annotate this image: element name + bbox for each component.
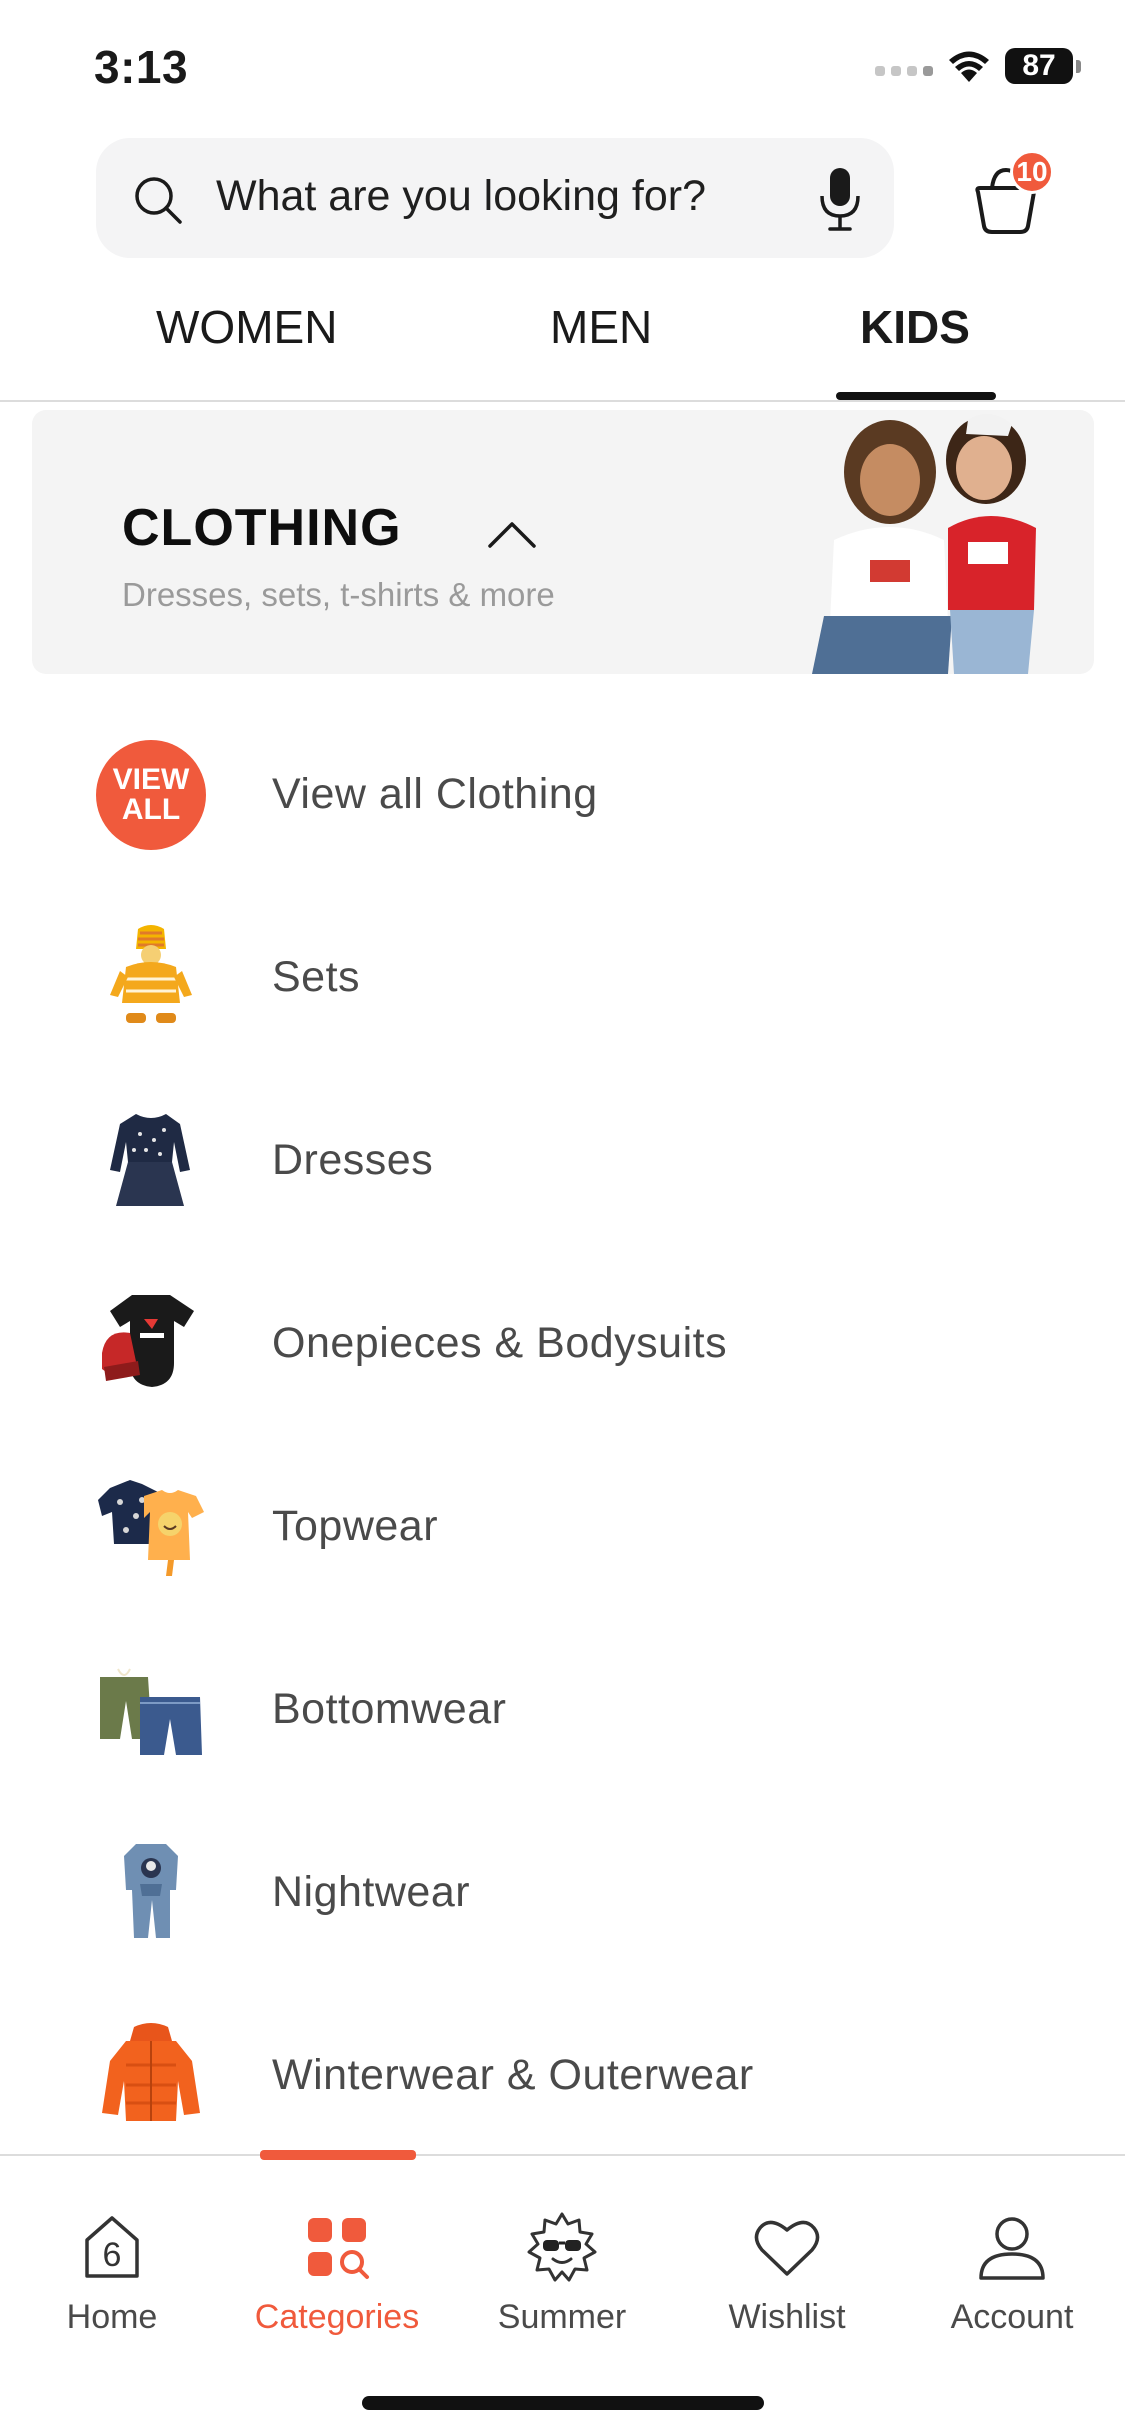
- nav-home[interactable]: 6 Home: [12, 2210, 212, 2337]
- categories-icon: [308, 2218, 369, 2279]
- account-icon: [979, 2217, 1045, 2280]
- list-item-sets[interactable]: Sets: [0, 883, 1125, 1066]
- nav-categories[interactable]: Categories: [237, 2210, 437, 2337]
- nav-label: Categories: [254, 2298, 420, 2336]
- list-item-dresses[interactable]: Dresses: [0, 1066, 1125, 1249]
- nightwear-thumbnail: [124, 1844, 178, 1938]
- view-all-badge: VIEW ALL: [96, 740, 206, 850]
- topwear-thumbnail: [98, 1480, 204, 1576]
- gender-tabs: WOMEN MEN KIDS: [0, 290, 1125, 402]
- kids-photo: [812, 413, 1036, 674]
- search-icon: [135, 177, 182, 224]
- nav-label: Wishlist: [728, 2298, 846, 2336]
- tab-kids[interactable]: KIDS: [860, 300, 970, 354]
- chevron-up-icon[interactable]: [484, 516, 540, 552]
- list-item-onepieces-bodysuits[interactable]: Onepieces & Bodysuits: [0, 1249, 1125, 1432]
- status-bar: 3:13 87: [0, 0, 1125, 130]
- cart-count-badge: 10: [1010, 150, 1054, 194]
- list-item-label: Nightwear: [272, 1868, 471, 1916]
- wifi-icon: [949, 51, 989, 82]
- microphone-icon[interactable]: [818, 166, 862, 232]
- list-item-label: View all Clothing: [272, 770, 598, 818]
- list-item-label: Dresses: [272, 1136, 434, 1184]
- list-item-label: Sets: [272, 953, 361, 1001]
- battery-indicator: 87: [1005, 48, 1081, 84]
- nav-account[interactable]: Account: [912, 2210, 1112, 2337]
- tab-men[interactable]: MEN: [550, 300, 652, 354]
- home-icon: 6: [85, 2216, 139, 2278]
- bottom-navigation: 6 Home Categories Summer Wishlist Accoun…: [0, 2150, 1125, 2436]
- status-time: 3:13: [94, 41, 189, 93]
- list-item-bottomwear[interactable]: Bottomwear: [0, 1615, 1125, 1798]
- list-item-label: Winterwear & Outerwear: [272, 2051, 754, 2099]
- search-input[interactable]: What are you looking for?: [216, 172, 706, 221]
- list-item-nightwear[interactable]: Nightwear: [0, 1798, 1125, 1981]
- list-item-label: Topwear: [272, 1502, 439, 1550]
- svg-text:6: 6: [103, 2236, 122, 2274]
- nav-label: Summer: [497, 2298, 627, 2336]
- nav-summer[interactable]: Summer: [462, 2210, 662, 2337]
- jacket-thumbnail: [102, 2023, 200, 2121]
- battery-level: 87: [1005, 48, 1073, 84]
- sets-thumbnail: [110, 925, 192, 1023]
- cellular-signal-icon: [875, 56, 933, 76]
- bottomwear-thumbnail: [100, 1668, 202, 1755]
- active-tab-indicator: [836, 392, 996, 400]
- status-icons: 87: [875, 48, 1081, 84]
- list-item-label: Bottomwear: [272, 1685, 507, 1733]
- list-item-topwear[interactable]: Topwear: [0, 1432, 1125, 1615]
- section-subtitle: Dresses, sets, t-shirts & more: [122, 576, 555, 613]
- list-item-winterwear-outerwear[interactable]: Winterwear & Outerwear: [0, 1981, 1125, 2164]
- list-item-view-all-clothing[interactable]: VIEW ALL View all Clothing: [0, 700, 1125, 883]
- view-all-badge-line2: ALL: [121, 793, 181, 826]
- active-nav-indicator: [260, 2150, 416, 2160]
- nav-wishlist[interactable]: Wishlist: [687, 2210, 887, 2337]
- search-bar[interactable]: What are you looking for?: [96, 138, 894, 258]
- nav-label: Home: [66, 2298, 158, 2336]
- section-title: CLOTHING: [122, 499, 402, 557]
- tab-women[interactable]: WOMEN: [156, 300, 337, 354]
- cart-button[interactable]: 10: [968, 150, 1058, 242]
- bodysuit-thumbnail: [102, 1295, 194, 1387]
- summer-sun-icon: [527, 2212, 597, 2282]
- clothing-section-header[interactable]: CLOTHING Dresses, sets, t-shirts & more: [32, 410, 1094, 674]
- nav-label: Account: [950, 2298, 1074, 2336]
- list-item-label: Onepieces & Bodysuits: [272, 1319, 728, 1367]
- heart-icon: [754, 2220, 820, 2276]
- dress-thumbnail: [110, 1114, 190, 1206]
- view-all-badge-line1: VIEW: [112, 763, 190, 796]
- home-indicator[interactable]: [362, 2396, 764, 2410]
